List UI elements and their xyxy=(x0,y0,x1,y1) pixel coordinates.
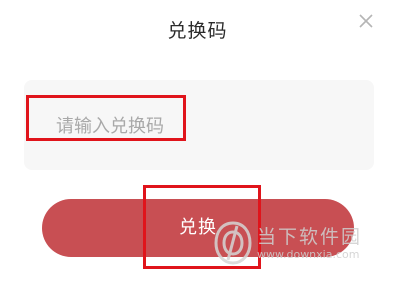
watermark: 当下软件园 www.downxia.com xyxy=(213,218,388,270)
watermark-url: www.downxia.com xyxy=(257,248,360,261)
close-button[interactable] xyxy=(355,10,377,32)
watermark-logo-icon xyxy=(214,221,252,265)
input-highlight-box xyxy=(26,95,186,141)
watermark-text: 当下软件园 xyxy=(257,226,363,248)
dialog-title: 兑换码 xyxy=(167,20,228,42)
redeem-code-dialog: 兑换码 兑换 当下软件园 www.downxia.com xyxy=(0,0,395,287)
close-icon[interactable] xyxy=(355,10,377,32)
